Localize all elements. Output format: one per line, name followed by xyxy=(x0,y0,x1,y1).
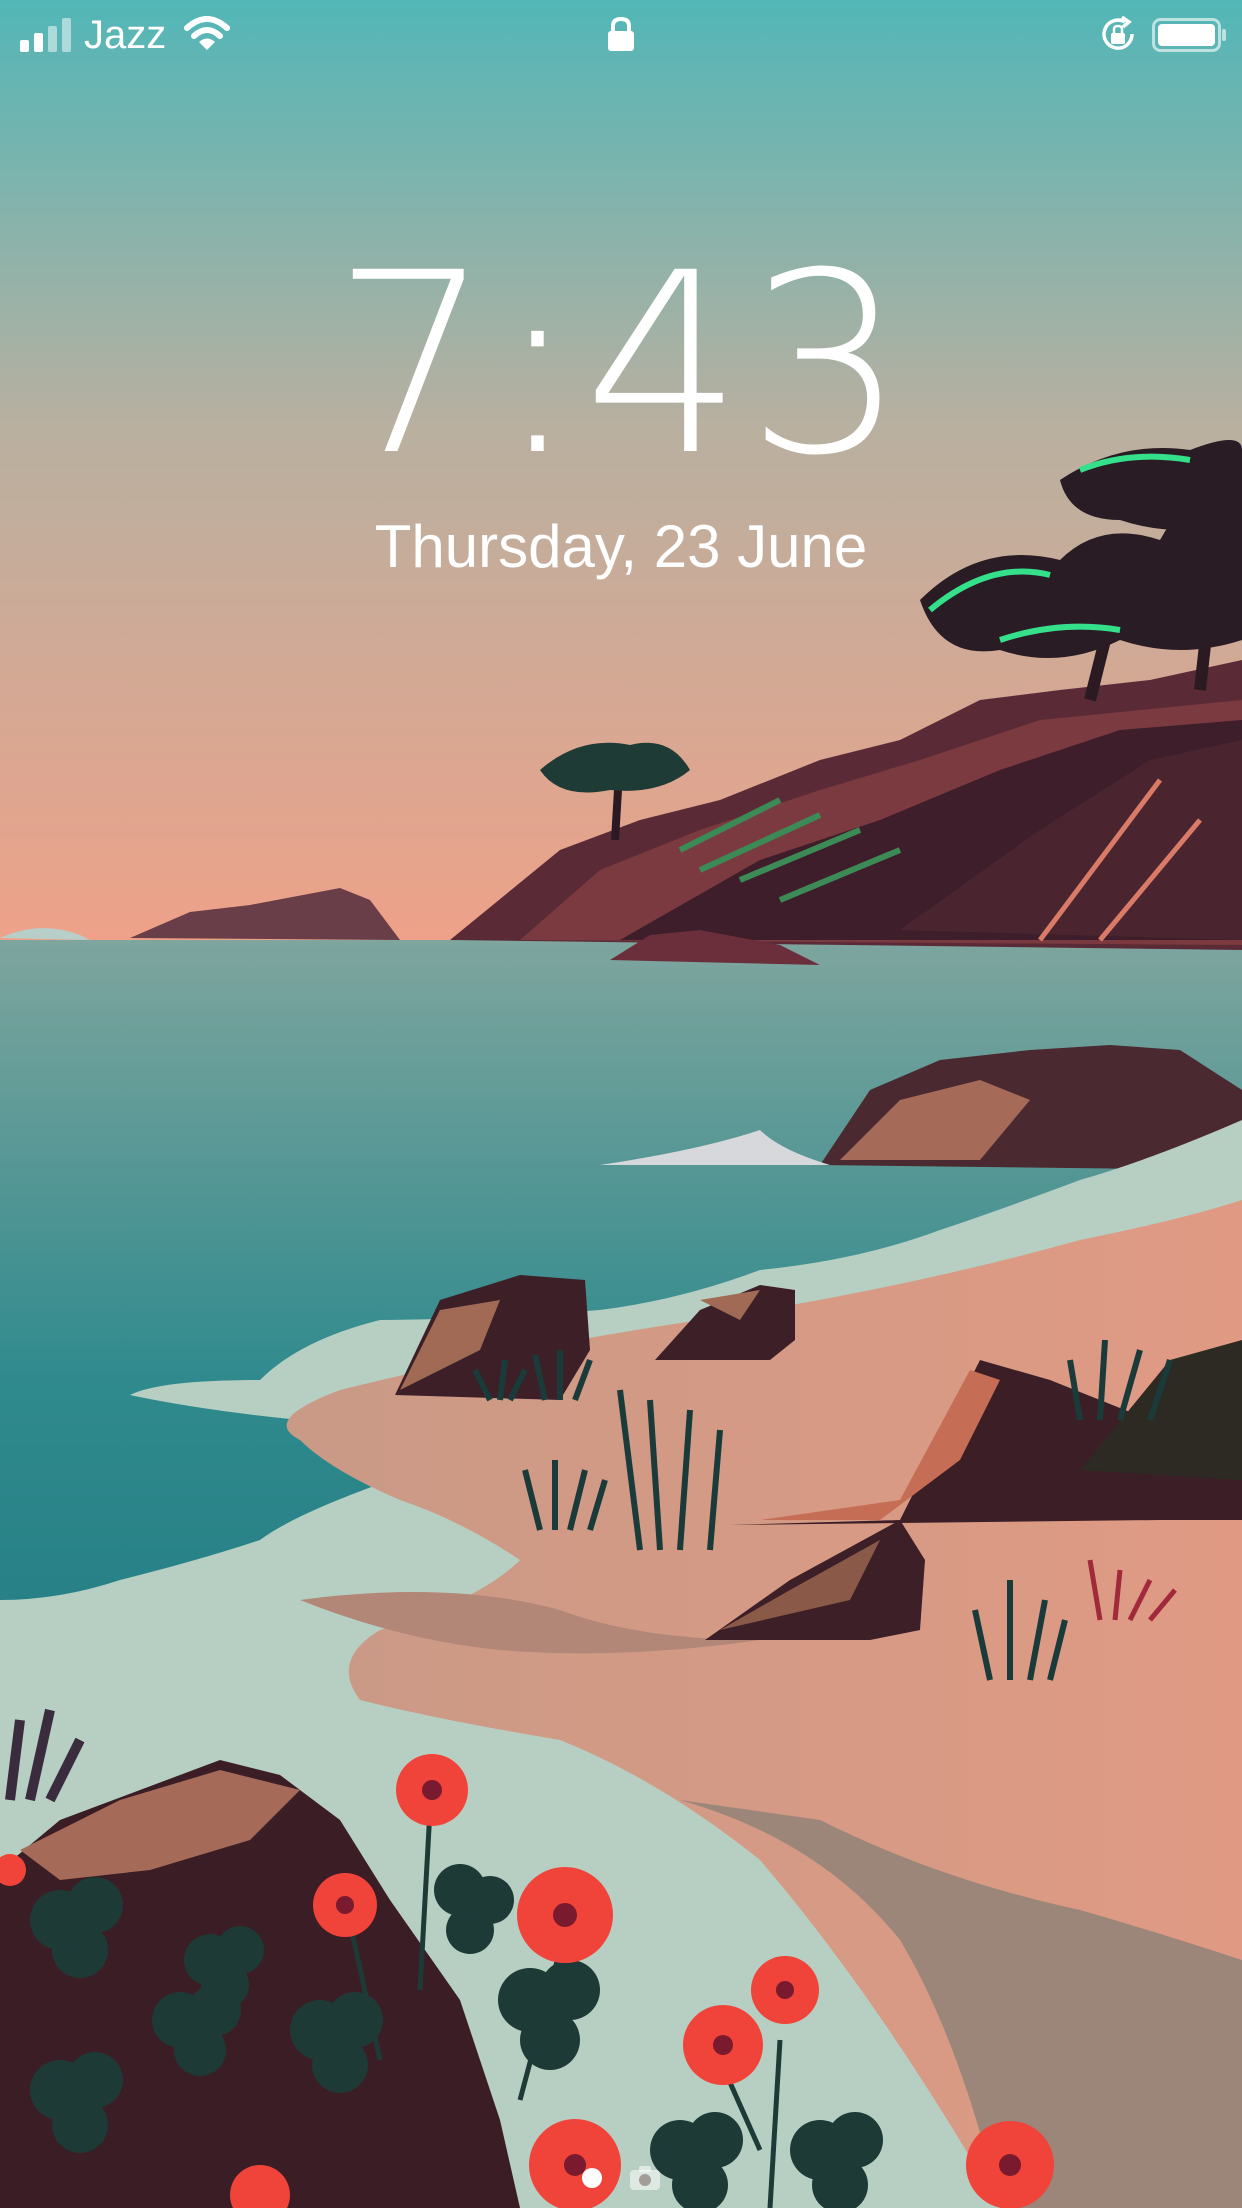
signal-bars-icon xyxy=(20,18,71,52)
page-dot-icon[interactable] xyxy=(582,2168,602,2188)
carrier-name: Jazz xyxy=(84,13,167,57)
lockscreen-date: Thursday, 23 June xyxy=(374,513,868,580)
camera-icon[interactable] xyxy=(628,2164,662,2192)
lockscreen-time: 7:43 xyxy=(332,219,910,510)
wifi-icon xyxy=(184,16,230,50)
rotation-lock-icon xyxy=(1102,15,1134,50)
status-bar: Jazz xyxy=(0,0,1242,70)
lock-icon xyxy=(608,16,634,51)
battery-icon xyxy=(1152,18,1226,52)
